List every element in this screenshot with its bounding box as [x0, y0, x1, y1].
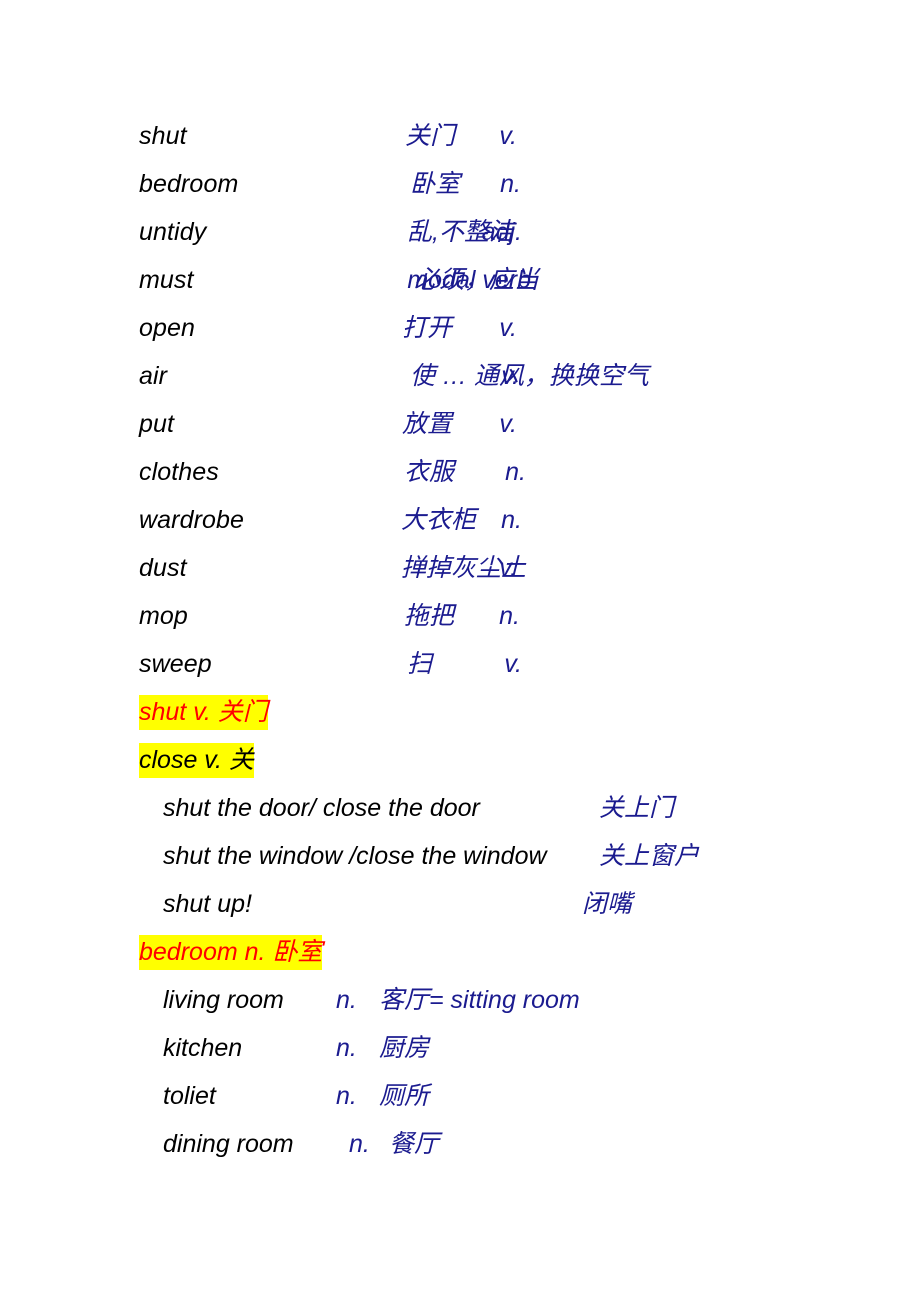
- phrase-row: shut the door/ close the door 关上门: [139, 784, 879, 832]
- room-word: toliet: [163, 1082, 216, 1110]
- vocabulary-row: dust v. 掸掉灰尘土: [139, 544, 879, 592]
- phrase-english: shut the window /close the window: [163, 842, 547, 870]
- vocabulary-row: mop n. 拖把: [139, 592, 879, 640]
- room-word-row: dining room n. 餐厅: [139, 1120, 879, 1168]
- room-word-row: living room n. 客厅= sitting room: [139, 976, 879, 1024]
- vocabulary-pos: v.: [499, 410, 517, 438]
- vocabulary-row: bedroom n. 卧室: [139, 160, 879, 208]
- vocabulary-word: dust: [139, 554, 187, 582]
- vocabulary-pos: n.: [500, 170, 521, 198]
- room-word-meaning: 客厅= sitting room: [379, 986, 580, 1014]
- vocabulary-row: clothes n. 衣服: [139, 448, 879, 496]
- document-page: shut v. 关门 bedroom n. 卧室 untidy adj. 乱,不…: [0, 0, 920, 1302]
- phrase-chinese: 闭嘴: [582, 890, 633, 918]
- vocabulary-word: shut: [139, 122, 187, 150]
- vocabulary-row: shut v. 关门: [139, 112, 879, 160]
- vocabulary-meaning: 放置: [402, 410, 453, 438]
- vocabulary-meaning: 大衣柜: [401, 506, 477, 534]
- vocabulary-meaning: 使 … 通风，换换空气: [410, 362, 649, 390]
- vocabulary-word: sweep: [139, 650, 212, 678]
- vocabulary-pos: v.: [504, 650, 522, 678]
- room-word: dining room: [163, 1130, 294, 1158]
- phrase-chinese: 关上门: [599, 794, 675, 822]
- room-word-meaning: 餐厅: [389, 1130, 440, 1158]
- vocabulary-row: wardrobe n. 大衣柜: [139, 496, 879, 544]
- vocabulary-meaning: 拖把: [404, 602, 455, 630]
- vocabulary-word: untidy: [139, 218, 207, 246]
- vocabulary-word: air: [139, 362, 168, 390]
- room-word-meaning: 厨房: [379, 1034, 430, 1062]
- room-word: kitchen: [163, 1034, 243, 1062]
- vocabulary-word: put: [139, 410, 175, 438]
- shut-phrase-list: shut the door/ close the door 关上门 shut t…: [139, 784, 879, 928]
- room-word-pos: n.: [336, 1034, 357, 1062]
- vocabulary-meaning: 扫: [407, 650, 433, 678]
- highlighted-entry-bedroom: bedroom n. 卧室: [139, 928, 879, 976]
- vocabulary-pos: v.: [499, 122, 517, 150]
- vocabulary-word: clothes: [139, 458, 219, 486]
- vocabulary-word: must: [139, 266, 194, 294]
- phrase-row: shut the window /close the window 关上窗户: [139, 832, 879, 880]
- vocabulary-row: must modal verb 必须，应当: [139, 256, 879, 304]
- phrase-chinese: 关上窗户: [599, 842, 700, 870]
- room-word-meaning: 厕所: [379, 1082, 430, 1110]
- vocabulary-row: air v. 使 … 通风，换换空气: [139, 352, 879, 400]
- vocabulary-meaning: 关门: [405, 122, 456, 150]
- vocabulary-meaning: 乱,不整洁: [407, 218, 514, 246]
- vocabulary-row: open v. 打开: [139, 304, 879, 352]
- document-body: shut v. 关门 bedroom n. 卧室 untidy adj. 乱,不…: [139, 112, 879, 1168]
- highlighted-entry-close-text: close v. 关: [139, 743, 254, 778]
- vocabulary-row: untidy adj. 乱,不整洁: [139, 208, 879, 256]
- room-word-pos: n.: [336, 1082, 357, 1110]
- room-word-row: toliet n. 厕所: [139, 1072, 879, 1120]
- vocabulary-list: shut v. 关门 bedroom n. 卧室 untidy adj. 乱,不…: [139, 112, 879, 688]
- phrase-english: shut the door/ close the door: [163, 794, 480, 822]
- room-word-pos: n.: [336, 986, 357, 1014]
- vocabulary-word: mop: [139, 602, 188, 630]
- highlighted-entry-shut-text: shut v. 关门: [139, 695, 268, 730]
- vocabulary-pos: n.: [499, 602, 520, 630]
- highlighted-entry-close: close v. 关: [139, 736, 879, 784]
- vocabulary-row: put v. 放置: [139, 400, 879, 448]
- highlighted-entry-shut: shut v. 关门: [139, 688, 879, 736]
- vocabulary-row: sweep v. 扫: [139, 640, 879, 688]
- vocabulary-word: bedroom: [139, 170, 239, 198]
- room-word-list: living room n. 客厅= sitting room kitchen …: [139, 976, 879, 1168]
- phrase-english: shut up!: [163, 890, 252, 918]
- vocabulary-word: open: [139, 314, 196, 342]
- vocabulary-word: wardrobe: [139, 506, 245, 534]
- phrase-row: shut up! 闭嘴: [139, 880, 879, 928]
- room-word-pos: n.: [349, 1130, 370, 1158]
- vocabulary-meaning: 衣服: [404, 458, 455, 486]
- vocabulary-pos: v.: [499, 314, 517, 342]
- vocabulary-meaning: 掸掉灰尘土: [401, 554, 527, 582]
- vocabulary-meaning: 必须，应当: [414, 266, 540, 294]
- room-word-row: kitchen n. 厨房: [139, 1024, 879, 1072]
- highlighted-entry-bedroom-text: bedroom n. 卧室: [139, 935, 323, 970]
- vocabulary-meaning: 卧室: [410, 170, 461, 198]
- room-word: living room: [163, 986, 284, 1014]
- vocabulary-meaning: 打开: [402, 314, 453, 342]
